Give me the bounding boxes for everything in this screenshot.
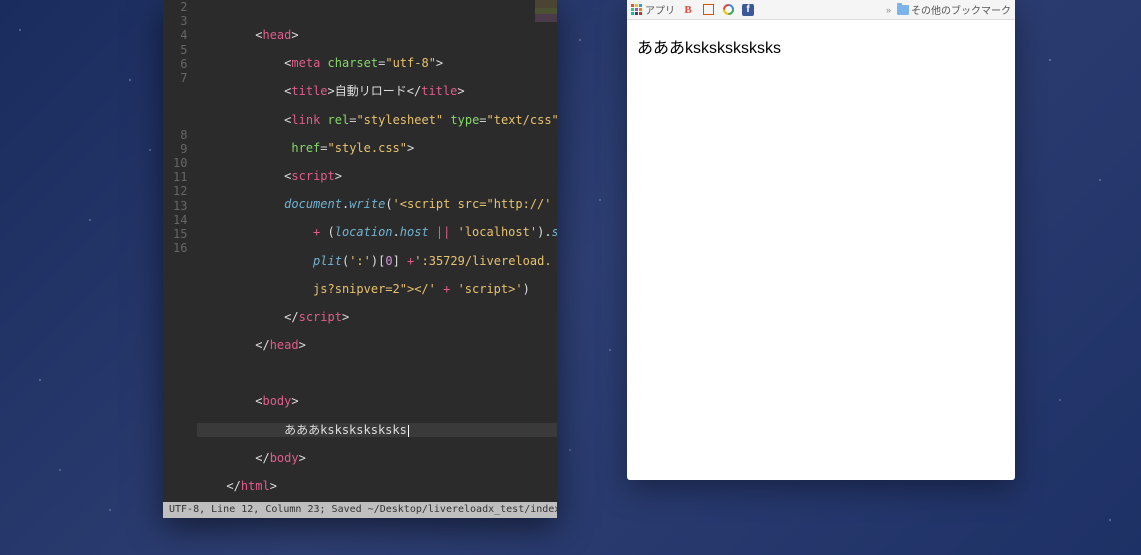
code-line: plit(':')[0] +':35729/livereload. — [197, 254, 557, 268]
line-number: 12 — [173, 184, 187, 198]
code-line: </script> — [197, 310, 557, 324]
editor-body[interactable]: 2 3 4 5 6 7 8 9 10 11 12 13 14 15 16 <he… — [163, 0, 557, 502]
other-bookmarks[interactable]: その他のブックマーク — [897, 2, 1011, 17]
bookmarks-bar: アプリ B f » その他のブックマーク — [627, 0, 1015, 20]
code-line: <meta charset="utf-8"> — [197, 56, 557, 70]
code-line: href="style.css"> — [197, 141, 557, 155]
browser-window: アプリ B f » その他のブックマーク あああksksksksksks — [627, 0, 1015, 480]
line-number: 7 — [173, 71, 187, 85]
minimap[interactable] — [535, 0, 557, 30]
browser-page-content[interactable]: あああksksksksksks — [627, 20, 1015, 480]
bookmarks-overflow[interactable]: » — [886, 5, 891, 15]
line-number: 5 — [173, 43, 187, 57]
line-number: 4 — [173, 28, 187, 42]
page-body-text: あああksksksksksks — [637, 40, 781, 57]
code-line: </html> — [197, 479, 557, 493]
code-line: <body> — [197, 394, 557, 408]
line-number: 9 — [173, 142, 187, 156]
line-number: 11 — [173, 170, 187, 184]
code-line: </body> — [197, 451, 557, 465]
line-number: 16 — [173, 241, 187, 255]
code-line: <script> — [197, 169, 557, 183]
line-number: 10 — [173, 156, 187, 170]
folder-icon — [897, 5, 909, 15]
status-text: UTF-8, Line 12, Column 23; Saved ~/Deskt… — [169, 504, 557, 515]
bookmark-icon-square[interactable] — [701, 3, 715, 17]
bookmark-icon-facebook[interactable]: f — [741, 3, 755, 17]
code-line: + (location.host || 'localhost').s — [197, 225, 557, 239]
bookmark-icon-google[interactable] — [721, 3, 735, 17]
bookmark-icon-b[interactable]: B — [681, 3, 695, 17]
code-line: <head> — [197, 28, 557, 42]
code-line: <link rel="stylesheet" type="text/css" — [197, 113, 557, 127]
line-number-gutter: 2 3 4 5 6 7 8 9 10 11 12 13 14 15 16 — [163, 0, 193, 502]
line-number — [173, 114, 187, 128]
line-number: 15 — [173, 227, 187, 241]
apps-shortcut[interactable]: アプリ — [631, 2, 675, 17]
code-line — [197, 366, 557, 380]
text-cursor — [408, 425, 409, 437]
line-number: 13 — [173, 199, 187, 213]
line-number — [173, 85, 187, 99]
apps-grid-icon — [631, 4, 643, 16]
other-bookmarks-label: その他のブックマーク — [911, 2, 1011, 17]
apps-label: アプリ — [645, 2, 675, 17]
code-editor-window: 2 3 4 5 6 7 8 9 10 11 12 13 14 15 16 <he… — [163, 0, 557, 518]
code-line-current: あああksksksksksks — [197, 423, 557, 437]
line-number: 14 — [173, 213, 187, 227]
code-line: document.write('<script src="http://' — [197, 197, 557, 211]
code-area[interactable]: <head> <meta charset="utf-8"> <title>自動リ… — [193, 0, 557, 502]
code-line: <title>自動リロード</title> — [197, 84, 557, 98]
line-number: 3 — [173, 14, 187, 28]
line-number: 6 — [173, 57, 187, 71]
code-line: js?snipver=2"></' + 'script>') — [197, 282, 557, 296]
editor-status-bar[interactable]: UTF-8, Line 12, Column 23; Saved ~/Deskt… — [163, 502, 557, 518]
line-number: 8 — [173, 128, 187, 142]
line-number: 2 — [173, 0, 187, 14]
code-line: </head> — [197, 338, 557, 352]
line-number — [173, 99, 187, 113]
